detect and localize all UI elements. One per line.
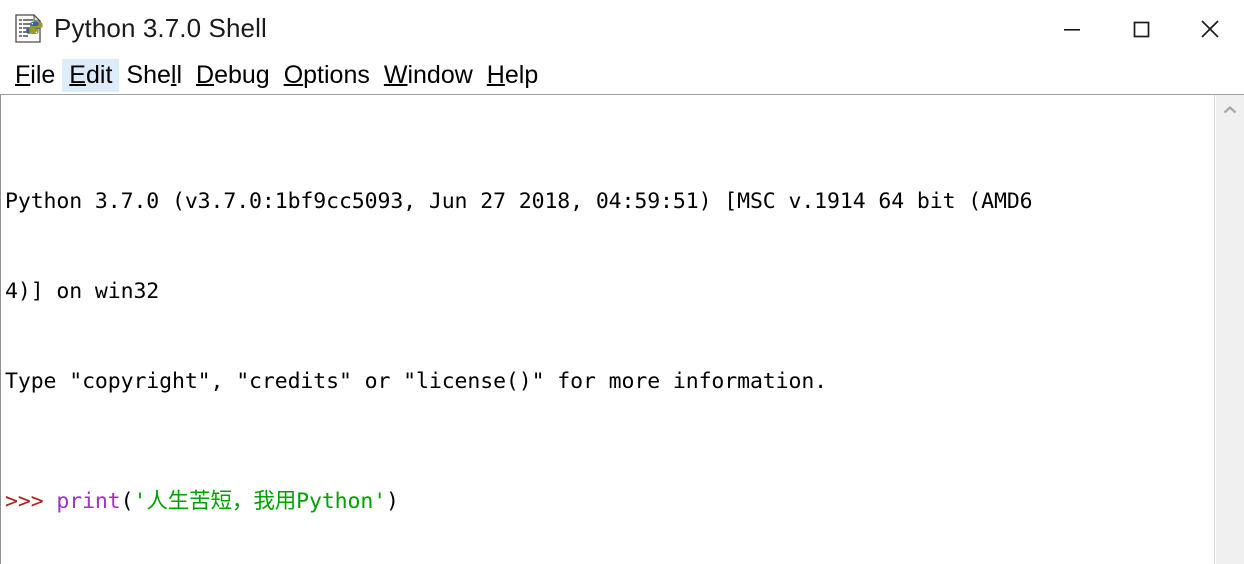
shell-text-container[interactable]: Python 3.7.0 (v3.7.0:1bf9cc5093, Jun 27 … <box>0 95 1215 564</box>
close-button[interactable] <box>1175 0 1244 57</box>
menu-bar: File Edit Shell Debug Options Window Hel… <box>0 57 1244 94</box>
window-title: Python 3.7.0 Shell <box>54 13 267 43</box>
input-line-print-1: >>> print('人生苦短，我用Python') <box>5 489 399 514</box>
banner-line-2: 4)] on win32 <box>5 279 160 304</box>
minimize-button[interactable] <box>1037 0 1106 57</box>
menu-item-file[interactable]: File <box>8 59 62 92</box>
chevron-up-icon <box>1223 106 1237 114</box>
menu-item-options[interactable]: Options <box>277 59 377 92</box>
banner-line-3: Type "copyright", "credits" or "license(… <box>5 369 828 394</box>
window-controls <box>1037 0 1244 57</box>
menu-item-shell[interactable]: Shell <box>119 59 189 92</box>
close-icon <box>1200 19 1219 38</box>
maximize-icon <box>1133 21 1149 37</box>
title-bar: Python 3.7.0 Shell <box>0 0 1244 57</box>
shell-area: Python 3.7.0 (v3.7.0:1bf9cc5093, Jun 27 … <box>0 94 1244 564</box>
banner-line-1: Python 3.7.0 (v3.7.0:1bf9cc5093, Jun 27 … <box>5 189 1033 214</box>
menu-item-help[interactable]: Help <box>480 59 545 92</box>
idle-python-document-icon <box>9 9 49 49</box>
shell-output[interactable]: Python 3.7.0 (v3.7.0:1bf9cc5093, Jun 27 … <box>1 95 1214 564</box>
menu-item-window[interactable]: Window <box>377 59 480 92</box>
minimize-icon <box>1063 28 1080 31</box>
menu-item-edit[interactable]: Edit <box>62 59 120 92</box>
vertical-scrollbar[interactable] <box>1215 95 1244 564</box>
scrollbar-track[interactable] <box>1216 125 1244 564</box>
scroll-up-button[interactable] <box>1216 95 1244 125</box>
idle-shell-window: Python 3.7.0 Shell File Edit Shell Debug… <box>0 0 1244 564</box>
maximize-button[interactable] <box>1106 0 1175 57</box>
menu-item-debug[interactable]: Debug <box>189 59 277 92</box>
